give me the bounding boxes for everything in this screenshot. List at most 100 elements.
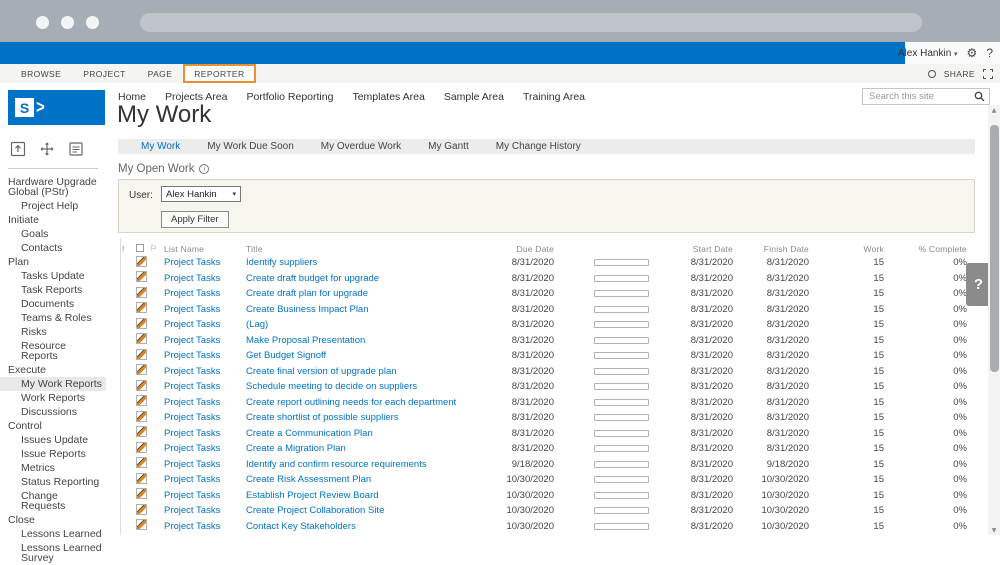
list-name-link[interactable]: Project Tasks	[164, 474, 220, 485]
edit-item-icon[interactable]	[136, 457, 147, 468]
edit-item-icon[interactable]	[136, 488, 147, 499]
edit-item-icon[interactable]	[136, 333, 147, 344]
task-title-link[interactable]: Create Risk Assessment Plan	[246, 474, 371, 485]
task-title-link[interactable]: Create Business Impact Plan	[246, 304, 369, 315]
sidebar-item[interactable]: Close	[0, 513, 106, 527]
work-tab[interactable]: My Change History	[496, 141, 581, 152]
sidebar-item[interactable]: Lessons Learned Survey	[0, 541, 106, 565]
ribbon-tab[interactable]: BROWSE	[10, 64, 72, 83]
address-bar[interactable]	[140, 13, 922, 32]
edit-item-icon[interactable]	[136, 380, 147, 391]
sidebar-item[interactable]: Task Reports	[0, 283, 106, 297]
flag-column-icon[interactable]: ⚐	[150, 244, 164, 254]
list-name-link[interactable]: Project Tasks	[164, 350, 220, 361]
col-title[interactable]: Title	[246, 244, 496, 254]
list-name-link[interactable]: Project Tasks	[164, 304, 220, 315]
nav-link[interactable]: Training Area	[523, 91, 585, 103]
sidebar-item[interactable]: Tasks Update	[0, 269, 106, 283]
task-title-link[interactable]: Create Project Collaboration Site	[246, 505, 384, 516]
nav-link[interactable]: Templates Area	[352, 91, 424, 103]
sidebar-item[interactable]: Execute	[0, 363, 106, 377]
list-name-link[interactable]: Project Tasks	[164, 505, 220, 516]
vertical-scrollbar[interactable]: ▲ ▼	[988, 105, 1000, 535]
edit-item-icon[interactable]	[136, 473, 147, 484]
help-icon[interactable]: ?	[986, 47, 993, 59]
sidebar-item[interactable]: Plan	[0, 255, 106, 269]
select-all-checkbox[interactable]	[136, 244, 150, 254]
user-select[interactable]: Alex Hankin ▾	[161, 186, 241, 202]
edit-item-icon[interactable]	[136, 364, 147, 375]
list-name-link[interactable]: Project Tasks	[164, 412, 220, 423]
info-icon[interactable]: i	[199, 164, 209, 174]
task-title-link[interactable]: Establish Project Review Board	[246, 490, 379, 501]
list-icon[interactable]	[68, 141, 84, 157]
work-tab[interactable]: My Work Due Soon	[207, 141, 294, 152]
window-control-dot[interactable]	[86, 16, 99, 29]
settings-gear-icon[interactable]: ⚙	[967, 47, 978, 59]
scroll-down-arrow[interactable]: ▼	[988, 525, 1000, 535]
share-up-icon[interactable]	[10, 141, 26, 157]
sidebar-item[interactable]: Documents	[0, 297, 106, 311]
sidebar-item[interactable]: Work Reports	[0, 391, 106, 405]
col-list-name[interactable]: List Name	[164, 244, 246, 254]
col-start-date[interactable]: Start Date	[655, 244, 733, 254]
sidebar-item[interactable]: Issues Update	[0, 433, 106, 447]
list-name-link[interactable]: Project Tasks	[164, 288, 220, 299]
list-name-link[interactable]: Project Tasks	[164, 273, 220, 284]
col-finish-date[interactable]: Finish Date	[733, 244, 809, 254]
sidebar-item[interactable]: Resource Reports	[0, 339, 106, 363]
edit-item-icon[interactable]	[136, 426, 147, 437]
list-name-link[interactable]: Project Tasks	[164, 459, 220, 470]
task-title-link[interactable]: Identify suppliers	[246, 257, 317, 268]
work-tab[interactable]: My Work	[141, 141, 180, 152]
task-title-link[interactable]: Create report outlining needs for each d…	[246, 397, 456, 408]
sidebar-item[interactable]: My Work Reports	[0, 377, 106, 391]
sidebar-item[interactable]: Discussions	[0, 405, 106, 419]
window-control-dot[interactable]	[61, 16, 74, 29]
sidebar-item[interactable]: Risks	[0, 325, 106, 339]
sidebar-item[interactable]: Lessons Learned	[0, 527, 106, 541]
edit-item-icon[interactable]	[136, 318, 147, 329]
task-title-link[interactable]: Create draft budget for upgrade	[246, 273, 379, 284]
sidebar-item[interactable]: Initiate	[0, 213, 106, 227]
edit-item-icon[interactable]	[136, 442, 147, 453]
move-icon[interactable]	[39, 141, 55, 157]
col-percent-complete[interactable]: % Complete	[884, 244, 967, 254]
search-icon[interactable]	[974, 91, 985, 102]
list-name-link[interactable]: Project Tasks	[164, 397, 220, 408]
window-control-dot[interactable]	[36, 16, 49, 29]
sidebar-item[interactable]: Teams & Roles	[0, 311, 106, 325]
edit-item-icon[interactable]	[136, 271, 147, 282]
task-title-link[interactable]: (Lag)	[246, 319, 268, 330]
edit-item-icon[interactable]	[136, 302, 147, 313]
list-name-link[interactable]: Project Tasks	[164, 443, 220, 454]
col-work[interactable]: Work	[809, 244, 884, 254]
apply-filter-button[interactable]: Apply Filter	[161, 211, 229, 228]
task-title-link[interactable]: Schedule meeting to decide on suppliers	[246, 381, 417, 392]
nav-link[interactable]: Sample Area	[444, 91, 504, 103]
list-name-link[interactable]: Project Tasks	[164, 366, 220, 377]
task-title-link[interactable]: Create a Communication Plan	[246, 428, 373, 439]
sidebar-item[interactable]: Change Requests	[0, 489, 106, 513]
sidebar-item[interactable]: Status Reporting	[0, 475, 106, 489]
ribbon-tab[interactable]: PROJECT	[72, 64, 136, 83]
task-title-link[interactable]: Create draft plan for upgrade	[246, 288, 368, 299]
edit-item-icon[interactable]	[136, 504, 147, 515]
sidebar-item[interactable]: Metrics	[0, 461, 106, 475]
sidebar-item[interactable]: Project Help	[0, 199, 106, 213]
edit-item-icon[interactable]	[136, 411, 147, 422]
list-name-link[interactable]: Project Tasks	[164, 490, 220, 501]
search-input[interactable]	[867, 90, 974, 103]
sidebar-item[interactable]: Hardware Upgrade Global (PStr)	[0, 175, 106, 199]
task-title-link[interactable]: Make Proposal Presentation	[246, 335, 365, 346]
edit-item-icon[interactable]	[136, 349, 147, 360]
task-title-link[interactable]: Create a Migration Plan	[246, 443, 346, 454]
user-menu[interactable]: Alex Hankin ▾	[898, 48, 958, 59]
task-title-link[interactable]: Create shortlist of possible suppliers	[246, 412, 399, 423]
scrollbar-thumb[interactable]	[990, 125, 999, 372]
sharepoint-logo[interactable]: S >	[8, 90, 105, 125]
edit-item-icon[interactable]	[136, 519, 147, 530]
task-title-link[interactable]: Get Budget Signoff	[246, 350, 326, 361]
sidebar-item[interactable]: Goals	[0, 227, 106, 241]
col-due-date[interactable]: Due Date	[496, 244, 554, 254]
